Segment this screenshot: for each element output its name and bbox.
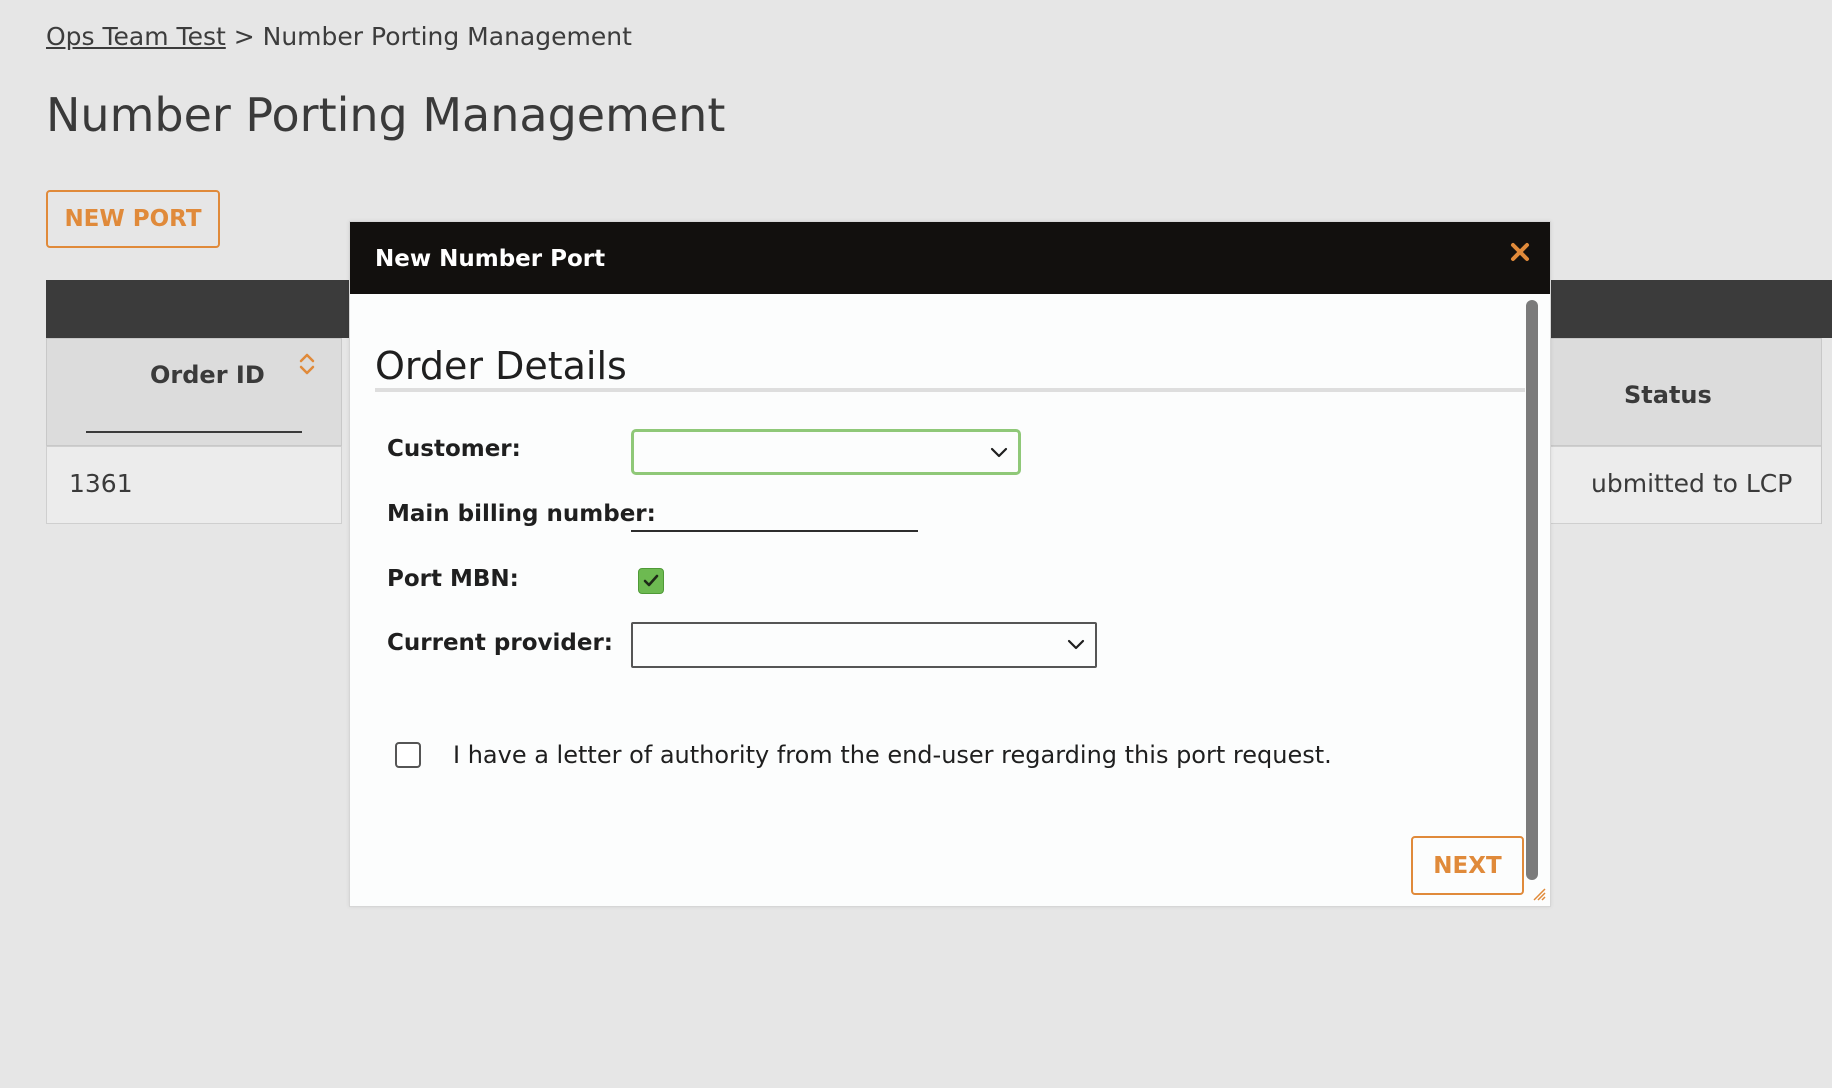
breadcrumb-current: Number Porting Management xyxy=(262,22,632,51)
customer-label: Customer: xyxy=(387,436,521,462)
customer-select[interactable] xyxy=(631,429,1021,475)
status-value: ubmitted to LCP xyxy=(1591,469,1793,498)
page-title: Number Porting Management xyxy=(46,88,726,142)
breadcrumb: Ops Team Test > Number Porting Managemen… xyxy=(46,22,632,51)
section-divider xyxy=(375,388,1525,392)
checkmark-icon xyxy=(643,574,659,587)
dialog-header[interactable]: New Number Port xyxy=(350,222,1550,294)
letter-of-authority-checkbox[interactable] xyxy=(395,742,421,768)
column-header-label: Order ID xyxy=(150,361,265,389)
current-provider-select[interactable] xyxy=(631,622,1097,668)
new-port-button[interactable]: NEW PORT xyxy=(46,190,220,248)
breadcrumb-link-ops-team-test[interactable]: Ops Team Test xyxy=(46,22,226,51)
dialog-scrollbar[interactable] xyxy=(1526,300,1538,880)
main-billing-number-label: Main billing number: xyxy=(387,501,656,527)
new-number-port-dialog: New Number Port Order Details Customer: … xyxy=(349,221,1551,907)
column-filter-input[interactable] xyxy=(86,431,302,433)
resize-grip-icon[interactable] xyxy=(1532,886,1546,901)
sort-icon[interactable] xyxy=(297,351,317,377)
next-button[interactable]: NEXT xyxy=(1411,836,1524,895)
section-title: Order Details xyxy=(375,344,627,388)
column-divider xyxy=(1821,338,1822,524)
column-header-order-id[interactable]: Order ID xyxy=(46,338,342,446)
column-header-label: Status xyxy=(1624,381,1712,409)
order-id-value: 1361 xyxy=(69,469,133,498)
chevron-down-icon xyxy=(990,444,1008,460)
current-provider-label: Current provider: xyxy=(387,630,614,656)
port-mbn-label: Port MBN: xyxy=(387,566,519,592)
main-billing-number-input[interactable] xyxy=(631,492,918,532)
chevron-down-icon xyxy=(1067,636,1085,652)
letter-of-authority-label[interactable]: I have a letter of authority from the en… xyxy=(453,741,1332,769)
table-cell-order-id: 1361 xyxy=(46,446,342,524)
dialog-title: New Number Port xyxy=(375,246,606,272)
port-mbn-checkbox[interactable] xyxy=(638,568,664,594)
close-icon[interactable] xyxy=(1508,240,1532,264)
breadcrumb-separator: > xyxy=(233,22,255,51)
